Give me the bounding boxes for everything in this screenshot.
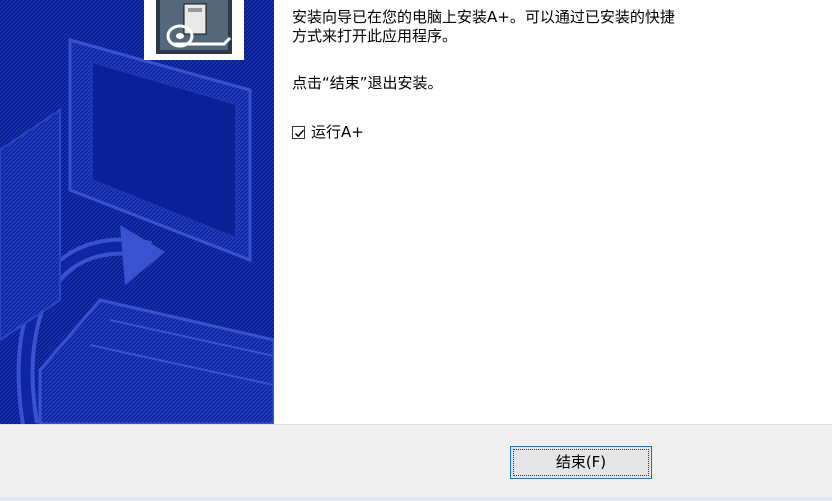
content-panel: 安装向导已在您的电脑上安装A+。可以通过已安装的快捷 方式来打开此应用程序。 点… [274,0,832,424]
side-banner [0,0,274,424]
installer-logo-icon [148,0,240,60]
exit-instruction: 点击“结束”退出安装。 [292,74,443,92]
window-bottom-edge [0,497,832,501]
banner-illustration [0,0,274,424]
button-bar [0,424,832,501]
run-app-checkbox[interactable]: 运行A+ [292,122,364,142]
finish-message-line-2: 方式来打开此应用程序。 [292,27,458,45]
checkbox-checked-icon[interactable] [292,125,305,139]
finish-button[interactable]: 结束(F) [510,446,652,479]
installer-logo [144,0,244,60]
finish-message-line-1: 安装向导已在您的电脑上安装A+。可以通过已安装的快捷 [292,8,675,26]
run-app-label: 运行A+ [311,123,364,141]
setup-wizard-window: 安装向导已在您的电脑上安装A+。可以通过已安装的快捷 方式来打开此应用程序。 点… [0,0,832,501]
